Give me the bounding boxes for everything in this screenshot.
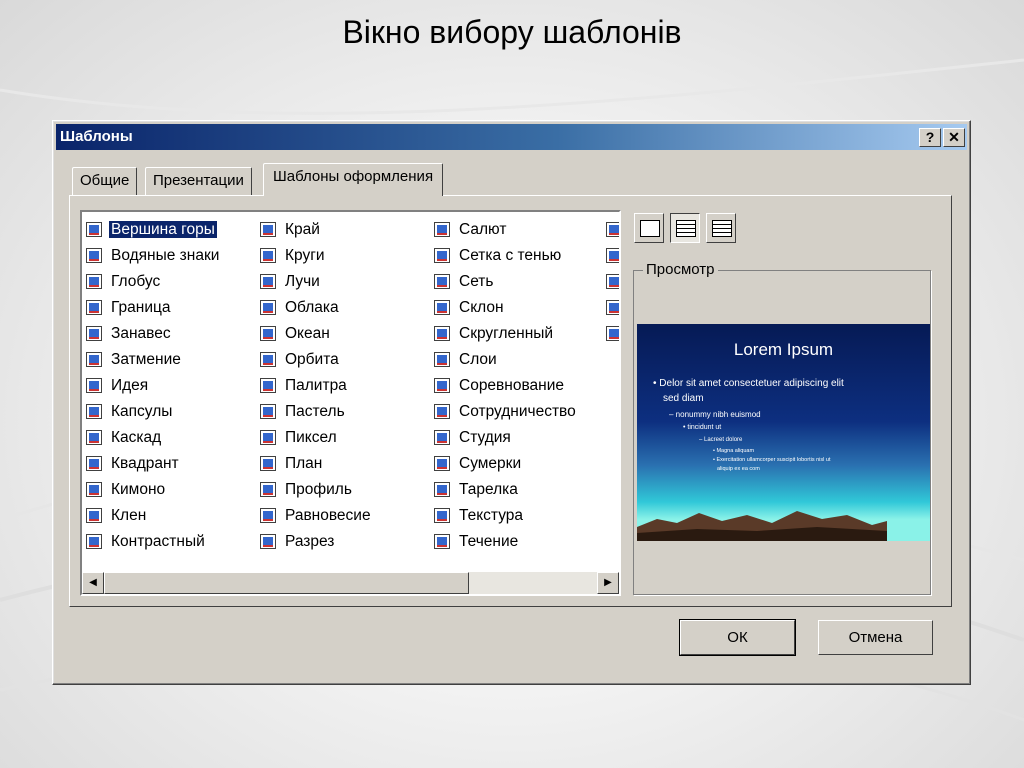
dialog-title: Шаблоны bbox=[60, 128, 133, 145]
dialog-titlebar[interactable]: Шаблоны ? ✕ bbox=[56, 124, 967, 150]
close-button[interactable]: ✕ bbox=[943, 128, 965, 147]
tab-presentations[interactable]: Презентации bbox=[145, 167, 252, 195]
slide-title: Вікно вибору шаблонів bbox=[342, 14, 682, 50]
templates-dialog: Шаблоны ? ✕ Общие Презентации Шаблоны оф… bbox=[52, 120, 971, 685]
tab-design-templates[interactable]: Шаблоны оформления bbox=[263, 163, 444, 196]
tab-pane bbox=[69, 195, 952, 607]
ok-button[interactable]: ОК bbox=[679, 619, 796, 656]
help-button[interactable]: ? bbox=[919, 128, 941, 147]
close-icon: ✕ bbox=[948, 129, 960, 145]
tab-general[interactable]: Общие bbox=[72, 167, 138, 195]
cancel-button[interactable]: Отмена bbox=[818, 620, 933, 655]
